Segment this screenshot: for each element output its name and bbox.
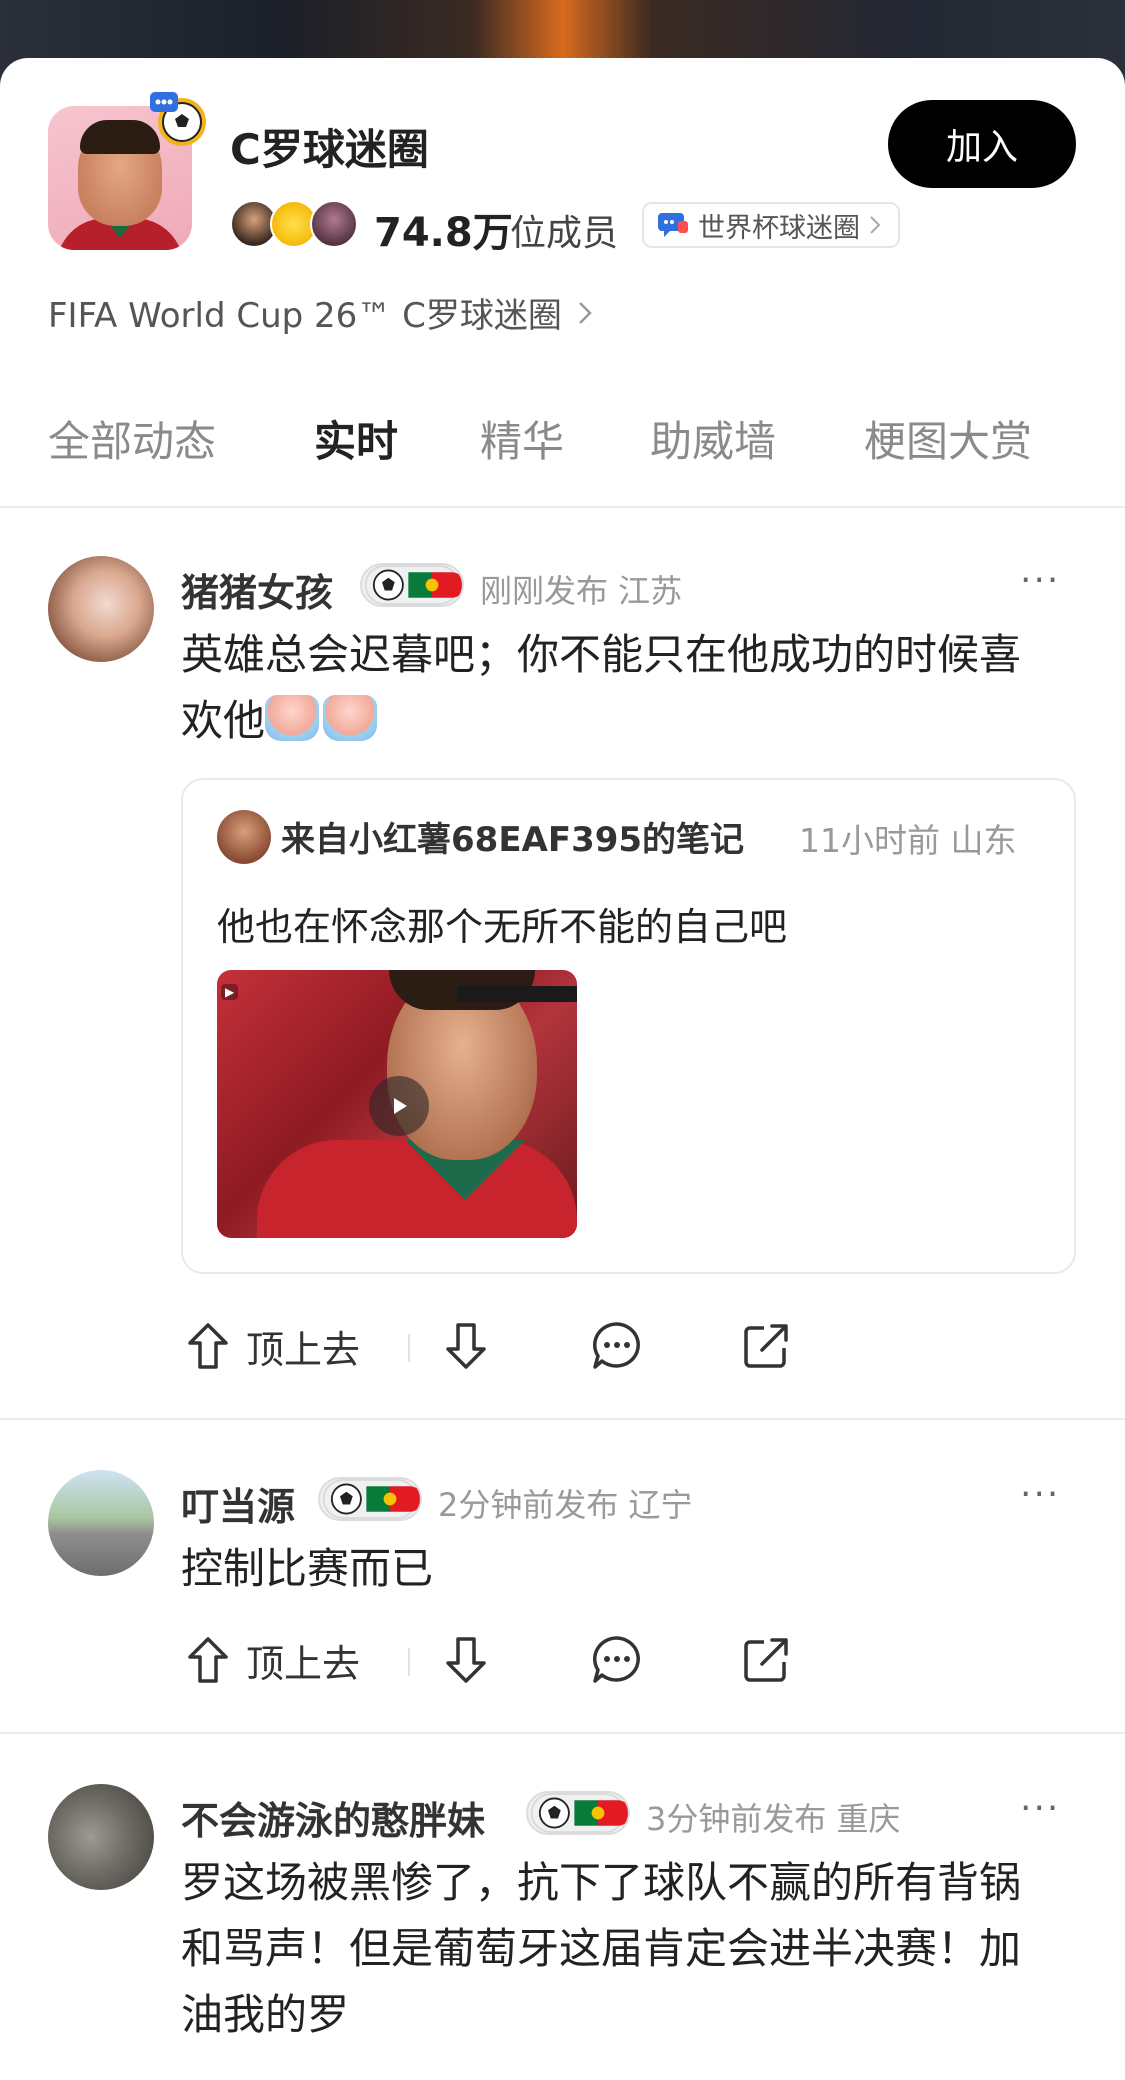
circle-name: C罗球迷圈	[230, 125, 429, 174]
comment-icon	[593, 1322, 640, 1369]
post-author[interactable]: 叮当源	[181, 1476, 295, 1531]
crying-emoji-icon	[323, 695, 378, 741]
avatar[interactable]	[48, 1784, 154, 1890]
post-meta: 2分钟前发布 辽宁	[438, 1486, 693, 1524]
post-text: 罗这场被黑惨了，抗下了球队不赢的所有背锅 和骂声！但是葡萄牙这届肯定会进半决赛！…	[181, 1850, 1081, 2048]
post-meta: 3分钟前发布 重庆	[646, 1800, 901, 1838]
join-button[interactable]: 加入	[888, 100, 1076, 188]
post-author[interactable]: 猪猪女孩	[181, 562, 333, 617]
more-options-button[interactable]: ···	[1020, 560, 1060, 601]
tabs-divider	[0, 506, 1125, 508]
avatar[interactable]	[48, 556, 154, 662]
post-text-line-content: 欢他	[181, 696, 266, 745]
video-tag: ▶	[221, 984, 239, 1000]
tab-all[interactable]: 全部动态	[48, 408, 216, 469]
share-icon	[744, 1324, 788, 1368]
portugal-fan-badge	[318, 1477, 422, 1521]
chevron-right-icon	[870, 216, 881, 234]
member-suffix: 位成员	[510, 213, 619, 254]
arrow-up-icon	[188, 1637, 228, 1683]
more-options-button[interactable]: ···	[1020, 1788, 1060, 1829]
feed-tabs: 全部动态 实时 精华 助威墙 梗图大赏	[48, 408, 1088, 466]
action-separator	[408, 1334, 410, 1362]
play-icon[interactable]	[369, 1076, 429, 1136]
post-text: 英雄总会迟暮吧；你不能只在他成功的时候喜 欢他	[181, 622, 1081, 754]
post-text-line: 罗这场被黑惨了，抗下了球队不赢的所有背锅	[181, 1858, 1022, 1907]
comment-icon	[593, 1636, 640, 1683]
portugal-fan-badge	[526, 1791, 630, 1835]
post-text-line: 英雄总会迟暮吧；你不能只在他成功的时候喜	[181, 630, 1022, 679]
post-actions: 顶上去	[186, 1630, 826, 1690]
upvote-button[interactable]: 顶上去	[186, 1630, 360, 1690]
member-avatars[interactable]	[230, 200, 366, 248]
tab-cheer-wall[interactable]: 助威墙	[650, 408, 776, 469]
world-cup-circle-chip[interactable]: 世界杯球迷圈	[642, 202, 900, 248]
upvote-label: 顶上去	[246, 1327, 361, 1372]
post-text-line: 和骂声！但是葡萄牙这届肯定会进半决赛！加	[181, 1924, 1022, 1973]
tab-meme-awards[interactable]: 梗图大赏	[864, 408, 1032, 469]
post-meta: 刚刚发布 江苏	[480, 572, 683, 610]
scoreboard-overlay	[457, 986, 577, 1002]
arrow-up-icon	[188, 1323, 228, 1369]
post-actions: 顶上去	[186, 1316, 826, 1376]
upvote-button[interactable]: 顶上去	[186, 1316, 360, 1376]
upvote-label: 顶上去	[246, 1641, 361, 1686]
post-divider	[0, 1732, 1125, 1734]
tab-realtime[interactable]: 实时	[314, 408, 398, 469]
post-text-line: 欢他	[181, 688, 1081, 754]
post-text: 控制比赛而已	[181, 1544, 434, 1593]
chevron-right-icon	[578, 301, 592, 324]
circle-subtitle-link[interactable]: FIFA World Cup 26™ C罗球迷圈	[48, 288, 594, 337]
video-thumbnail[interactable]: ▶	[217, 970, 577, 1238]
crying-emoji-icon	[265, 695, 320, 741]
tab-featured[interactable]: 精华	[480, 408, 564, 469]
quoted-note-card[interactable]: 来自小红薯68EAF395的笔记 11小时前 山东 他也在怀念那个无所不能的自己…	[181, 778, 1076, 1274]
share-icon	[744, 1638, 788, 1682]
share-button[interactable]	[740, 1630, 792, 1690]
comment-button[interactable]	[590, 1316, 644, 1376]
football-chat-icon	[150, 92, 206, 146]
post-text-line: 油我的罗	[181, 1990, 350, 2039]
quoted-author-avatar	[217, 810, 271, 864]
arrow-down-icon	[446, 1323, 486, 1369]
avatar[interactable]	[48, 1470, 154, 1576]
downvote-button[interactable]	[444, 1316, 488, 1376]
chat-bubble-icon	[658, 213, 688, 237]
share-button[interactable]	[740, 1316, 792, 1376]
post-author[interactable]: 不会游泳的憨胖妹	[181, 1790, 485, 1845]
quoted-note-meta: 11小时前 山东	[799, 821, 1017, 860]
more-options-button[interactable]: ···	[1020, 1474, 1060, 1515]
arrow-down-icon	[446, 1637, 486, 1683]
portugal-fan-badge	[360, 563, 464, 607]
downvote-button[interactable]	[444, 1630, 488, 1690]
quoted-note-text: 他也在怀念那个无所不能的自己吧	[217, 905, 788, 949]
action-separator	[408, 1648, 410, 1676]
world-cup-chip-label: 世界杯球迷圈	[698, 212, 860, 244]
post-divider	[0, 1418, 1125, 1420]
quoted-note-source: 来自小红薯68EAF395的笔记	[281, 820, 745, 860]
member-count: 74.8万	[374, 210, 513, 256]
circle-subtitle: FIFA World Cup 26™ C罗球迷圈	[48, 296, 562, 336]
comment-button[interactable]	[590, 1630, 644, 1690]
